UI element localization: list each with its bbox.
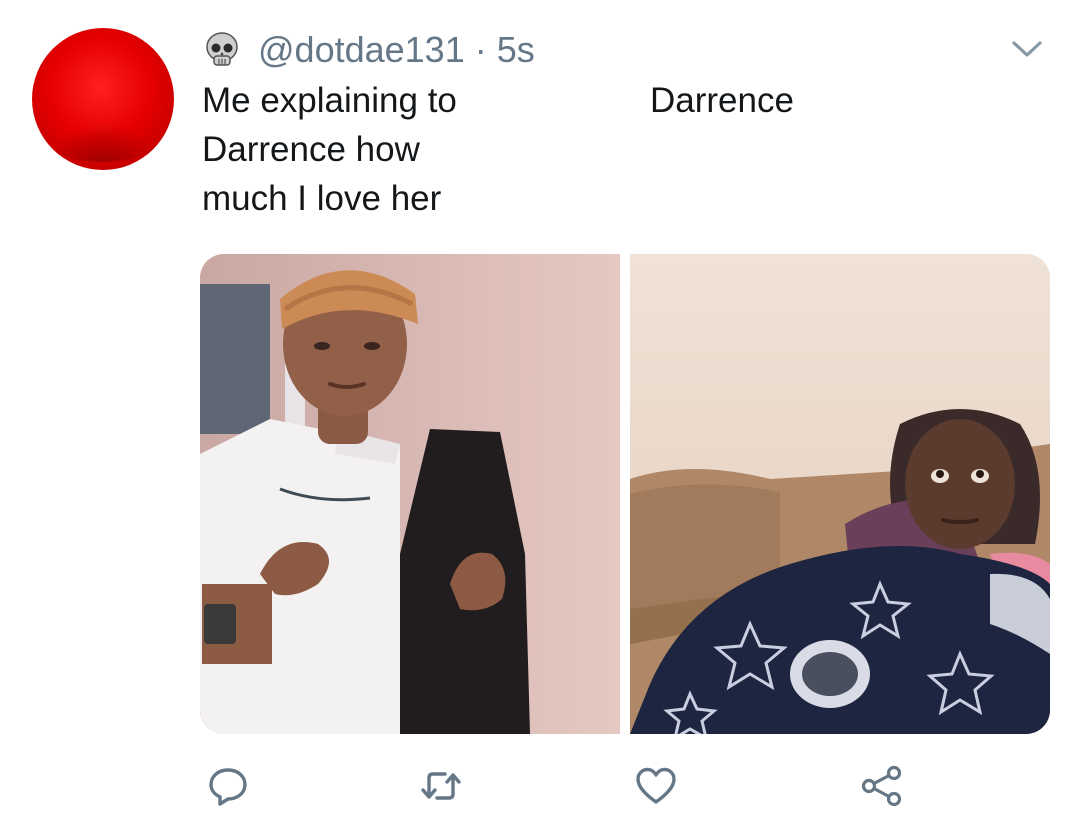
retweet-icon: [421, 772, 461, 800]
tweet[interactable]: @dotdae131 · 5s Me explaining to Darrenc…: [0, 0, 1080, 830]
share-button[interactable]: [856, 760, 908, 812]
avatar[interactable]: [32, 28, 174, 170]
share-icon: [861, 765, 902, 807]
tweet-actions: [200, 760, 1050, 812]
tweet-text-right: Darrence: [650, 81, 794, 120]
tweet-timestamp[interactable]: 5s: [497, 29, 535, 71]
like-button[interactable]: [630, 760, 682, 812]
tweet-text-left: Me explaining to Darrence how much I lov…: [202, 81, 457, 218]
header-separator: ·: [474, 29, 487, 70]
chevron-down-icon[interactable]: [1010, 38, 1044, 60]
reply-icon: [209, 768, 247, 806]
heart-icon: [636, 767, 676, 804]
skull-icon: [206, 32, 238, 66]
reply-button[interactable]: [202, 760, 254, 812]
tweet-media[interactable]: [200, 254, 1050, 734]
user-handle[interactable]: @dotdae131: [258, 29, 465, 71]
retweet-button[interactable]: [415, 760, 467, 812]
tweet-header: @dotdae131 · 5s: [202, 28, 535, 72]
photo-woman-explaining[interactable]: [200, 254, 620, 734]
photo-darrence-unimpressed[interactable]: [630, 254, 1050, 734]
